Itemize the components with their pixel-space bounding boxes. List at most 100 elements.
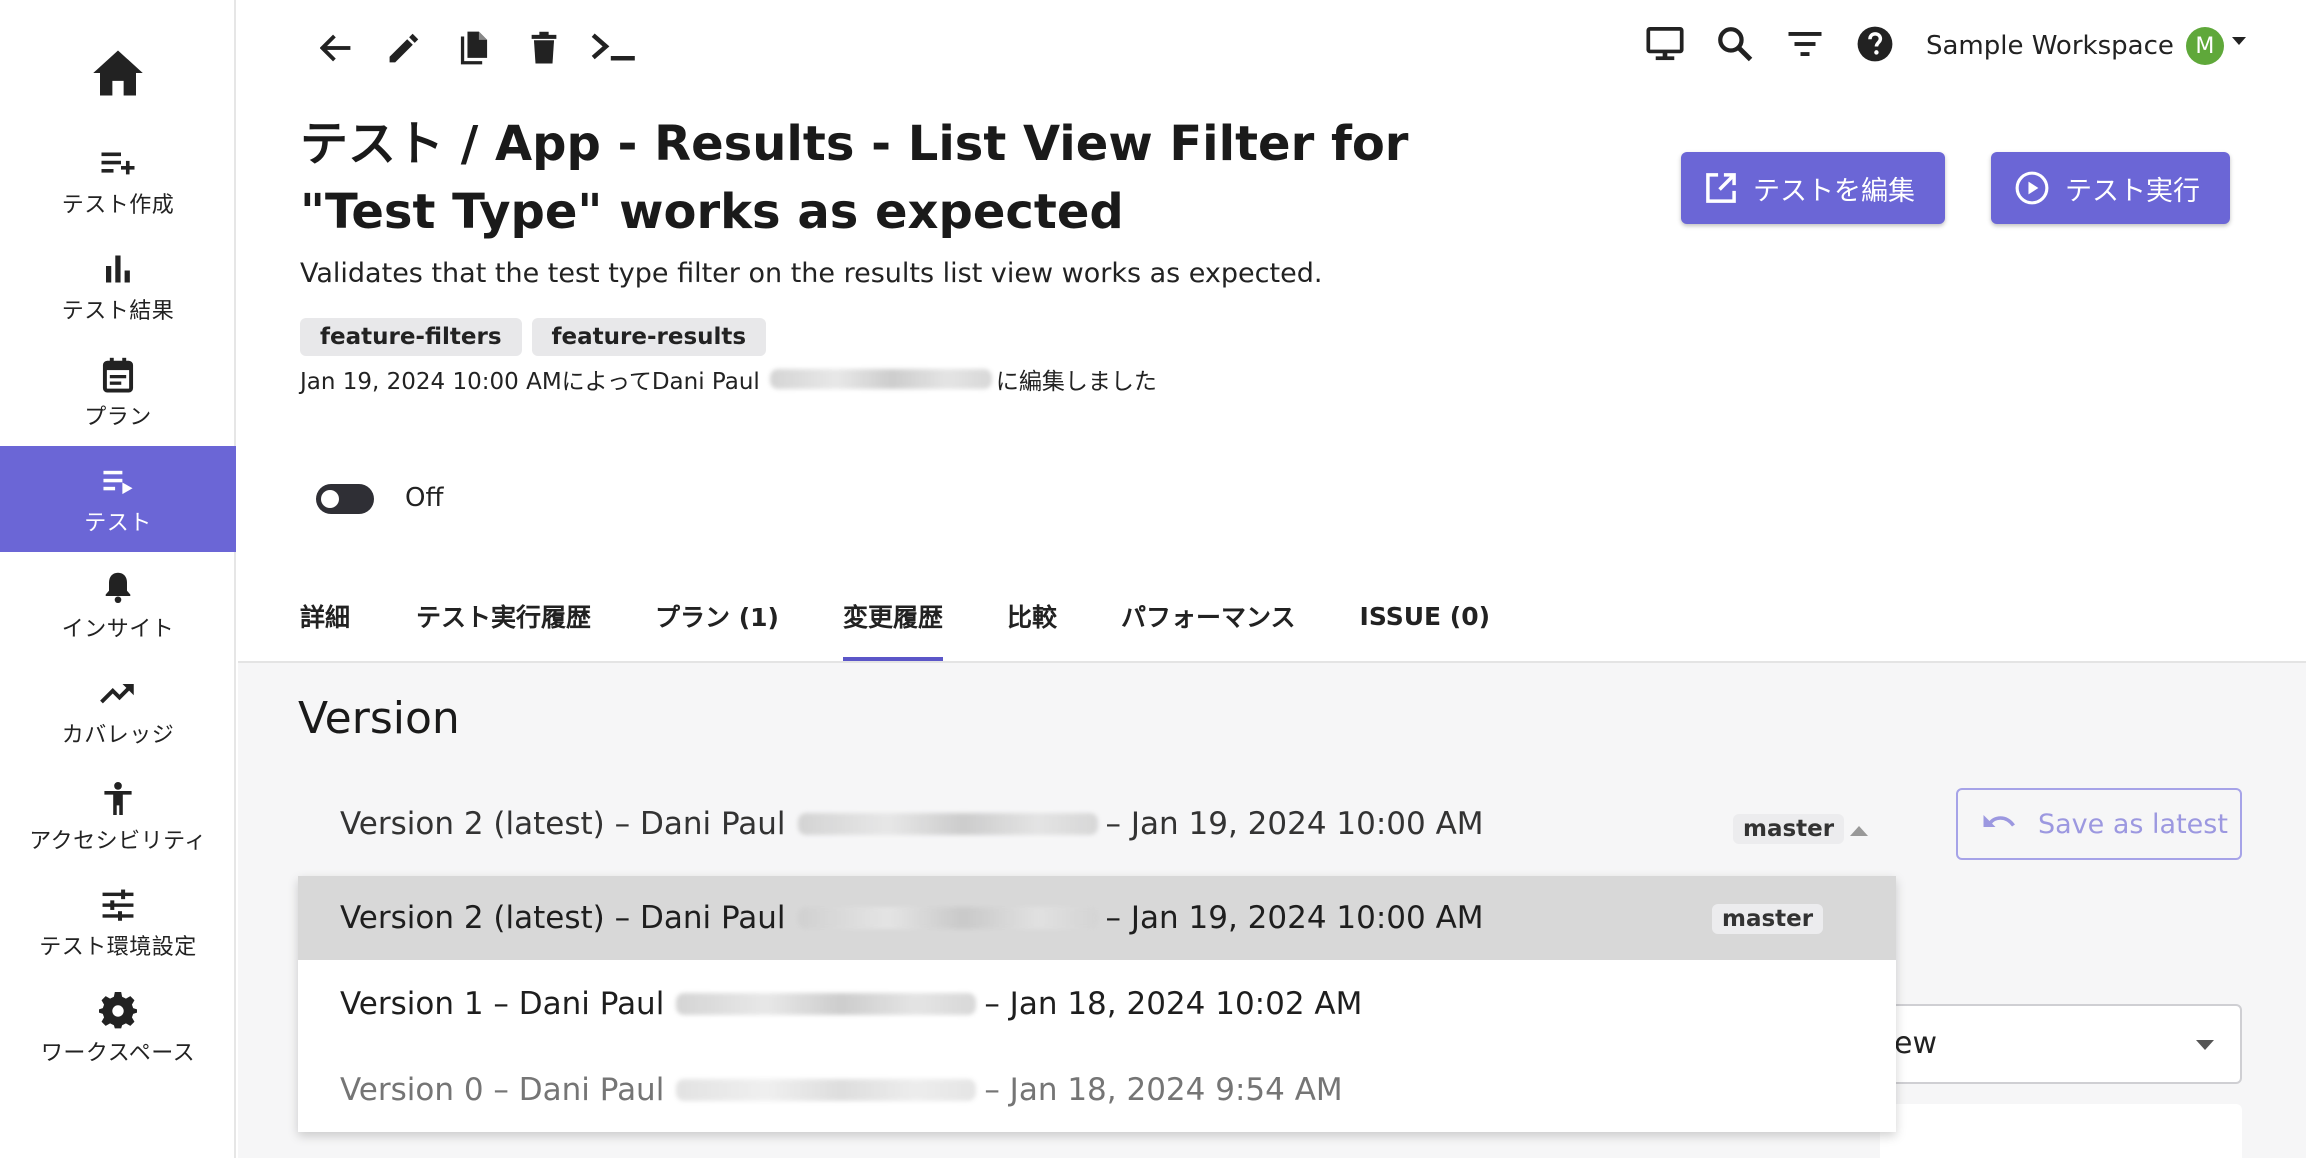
caret-down-icon xyxy=(2231,37,2246,45)
tag[interactable]: feature-results xyxy=(531,318,767,356)
edit-test-label: テストを編集 xyxy=(1753,175,1915,207)
tab-compare[interactable]: 比較 xyxy=(1007,570,1057,662)
sidebar-item-label: ワークスペース xyxy=(40,1041,196,1066)
play-circle-icon xyxy=(2015,171,2049,205)
test-description: Validates that the test type filter on t… xyxy=(300,258,1323,289)
arrow-up-icon[interactable] xyxy=(1850,826,1868,836)
search-button[interactable] xyxy=(1713,24,1757,68)
sidebar-item-test-results[interactable]: テスト結果 xyxy=(0,234,236,340)
trending-up-icon xyxy=(98,673,138,713)
copy-icon xyxy=(457,30,491,70)
playlist-add-icon xyxy=(98,143,138,183)
terminal-icon xyxy=(590,32,638,68)
gear-icon xyxy=(98,991,138,1031)
save-as-latest-label: Save as latest xyxy=(2038,808,2228,840)
trash-icon xyxy=(530,31,558,69)
calendar-icon xyxy=(98,355,138,395)
view-select[interactable]: ew xyxy=(1880,1004,2242,1084)
sidebar-item-plans[interactable]: プラン xyxy=(0,340,236,446)
avatar: M xyxy=(2185,27,2224,65)
version-option-date: – Jan 18, 2024 10:02 AM xyxy=(984,986,1363,1022)
version-dropdown-menu: Version 2 (latest) – Dani Paul – Jan 19,… xyxy=(298,876,1896,1132)
copy-button[interactable] xyxy=(452,28,496,72)
tag-list: feature-filters feature-results xyxy=(300,318,767,356)
edited-prefix: Jan 19, 2024 10:00 AMによってDani Paul xyxy=(300,369,760,395)
home-icon xyxy=(91,48,145,102)
version-option-prefix: Version 2 (latest) – Dani Paul xyxy=(340,900,786,936)
workspace-switcher[interactable]: Sample Workspace M xyxy=(1926,26,2246,66)
sidebar-item-label: テスト環境設定 xyxy=(39,935,197,960)
version-heading: Version xyxy=(298,693,460,744)
tab-bar: 詳細 テスト実行履歴 プラン (1) 変更履歴 比較 パフォーマンス ISSUE… xyxy=(300,570,1490,662)
edited-suffix: に編集しました xyxy=(995,369,1157,395)
bell-icon xyxy=(98,567,138,607)
sidebar-item-label: テスト作成 xyxy=(61,193,175,218)
tune-icon xyxy=(98,885,138,925)
redacted-email xyxy=(676,1079,977,1101)
branch-badge: master xyxy=(1712,904,1824,934)
filter-icon xyxy=(1787,30,1823,62)
pencil-icon xyxy=(388,32,420,68)
playlist-play-icon xyxy=(98,461,138,501)
edit-button[interactable] xyxy=(382,28,426,72)
sidebar-item-create-test[interactable]: テスト作成 xyxy=(0,128,236,234)
version-option[interactable]: Version 0 – Dani Paul – Jan 18, 2024 9:5… xyxy=(298,1048,1896,1132)
version-option-date: – Jan 18, 2024 9:54 AM xyxy=(984,1072,1343,1108)
branch-badge: master xyxy=(1733,814,1845,844)
sidebar-item-label: インサイト xyxy=(61,617,175,642)
open-in-new-icon xyxy=(1705,172,1737,204)
arrow-back-icon xyxy=(319,33,352,67)
home-button[interactable] xyxy=(0,40,236,110)
redacted-email xyxy=(797,907,1098,929)
terminal-button[interactable] xyxy=(588,28,640,72)
background-card xyxy=(1880,1104,2242,1158)
tab-performance[interactable]: パフォーマンス xyxy=(1121,570,1296,662)
sidebar-item-label: カバレッジ xyxy=(61,723,175,748)
status-toggle[interactable] xyxy=(316,484,374,514)
help-button[interactable] xyxy=(1853,24,1897,68)
filter-button[interactable] xyxy=(1783,24,1827,68)
sidebar-item-environment-settings[interactable]: テスト環境設定 xyxy=(0,870,236,976)
tab-details[interactable]: 詳細 xyxy=(300,570,350,662)
workspace-name: Sample Workspace xyxy=(1926,31,2174,61)
toggle-label: Off xyxy=(405,483,444,513)
tag[interactable]: feature-filters xyxy=(300,318,522,356)
version-select[interactable]: Version 2 (latest) – Dani Paul – Jan 19,… xyxy=(340,806,1868,844)
version-option-prefix: Version 0 – Dani Paul xyxy=(340,1072,665,1108)
edited-info: Jan 19, 2024 10:00 AMによってDani Paul に編集しま… xyxy=(300,362,1157,396)
redacted-email xyxy=(769,369,992,389)
toggle-knob xyxy=(321,490,339,508)
save-as-latest-button[interactable]: Save as latest xyxy=(1956,788,2242,860)
bar-chart-icon xyxy=(98,249,138,289)
sidebar-item-workspace[interactable]: ワークスペース xyxy=(0,976,236,1082)
selected-version-date: – Jan 19, 2024 10:00 AM xyxy=(1105,806,1484,842)
redacted-email xyxy=(676,993,977,1015)
tab-change-history[interactable]: 変更履歴 xyxy=(842,570,944,662)
edit-test-button[interactable]: テストを編集 xyxy=(1681,152,1945,224)
accessibility-icon xyxy=(98,779,138,819)
monitor-icon xyxy=(1646,27,1684,65)
delete-button[interactable] xyxy=(522,28,566,72)
tab-issues[interactable]: ISSUE (0) xyxy=(1360,570,1491,662)
tab-run-history[interactable]: テスト実行履歴 xyxy=(416,570,591,662)
search-icon xyxy=(1717,26,1753,66)
sidebar-item-label: アクセシビリティ xyxy=(29,829,207,854)
tab-plans[interactable]: プラン (1) xyxy=(655,570,779,662)
help-icon xyxy=(1856,25,1894,67)
version-option[interactable]: Version 2 (latest) – Dani Paul – Jan 19,… xyxy=(298,876,1896,960)
selected-version-prefix: Version 2 (latest) – Dani Paul xyxy=(340,806,786,842)
redacted-email xyxy=(797,813,1098,835)
version-option-date: – Jan 19, 2024 10:00 AM xyxy=(1105,900,1484,936)
sidebar-item-coverage[interactable]: カバレッジ xyxy=(0,658,236,764)
sidebar-item-accessibility[interactable]: アクセシビリティ xyxy=(0,764,236,870)
back-button[interactable] xyxy=(314,28,358,72)
page-title: テスト / App - Results - List View Filter f… xyxy=(300,116,1409,240)
sidebar-item-tests[interactable]: テスト xyxy=(0,446,236,552)
view-select-value: ew xyxy=(1894,1026,1937,1061)
version-option[interactable]: Version 1 – Dani Paul – Jan 18, 2024 10:… xyxy=(298,962,1896,1046)
run-test-button[interactable]: テスト実行 xyxy=(1991,152,2230,224)
device-button[interactable] xyxy=(1643,24,1687,68)
sidebar-item-label: テスト結果 xyxy=(61,299,175,324)
version-option-prefix: Version 1 – Dani Paul xyxy=(340,986,665,1022)
sidebar-item-insights[interactable]: インサイト xyxy=(0,552,236,658)
